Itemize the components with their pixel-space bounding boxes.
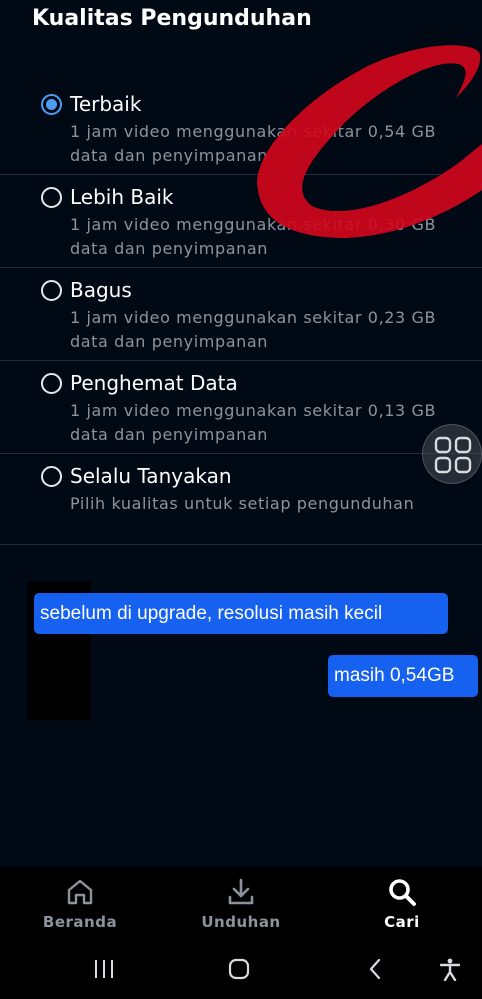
home-icon (67, 879, 93, 905)
option-description: 1 jam video menggunakan sekitar 0,30 GB … (70, 215, 437, 258)
option-label: Lebih Baik (70, 185, 174, 209)
radio-unchecked-icon[interactable] (41, 466, 62, 487)
nav-label: Unduhan (201, 913, 281, 931)
option-description: 1 jam video menggunakan sekitar 0,54 GB … (70, 122, 437, 165)
nav-label: Cari (384, 913, 420, 931)
option-label: Terbaik (70, 92, 142, 116)
option-selalu-tanyakan[interactable]: Selalu Tanyakan Pilih kualitas untuk set… (0, 454, 482, 545)
annotation-bubble: masih 0,54GB (328, 655, 478, 697)
radio-unchecked-icon[interactable] (41, 187, 62, 208)
option-description: 1 jam video menggunakan sekitar 0,23 GB … (70, 308, 437, 351)
back-icon[interactable] (364, 957, 388, 981)
nav-unduhan[interactable]: Unduhan (161, 867, 321, 939)
option-description: Pilih kualitas untuk setiap pengunduhan (70, 494, 415, 513)
option-terbaik[interactable]: Terbaik 1 jam video menggunakan sekitar … (0, 82, 482, 175)
system-navigation-bar (0, 939, 482, 999)
option-description: 1 jam video menggunakan sekitar 0,13 GB … (70, 401, 437, 444)
nav-cari[interactable]: Cari (322, 867, 482, 939)
radio-unchecked-icon[interactable] (41, 373, 62, 394)
nav-beranda[interactable]: Beranda (0, 867, 160, 939)
download-icon (228, 878, 254, 905)
floating-assistive-button[interactable] (422, 424, 482, 484)
option-penghemat-data[interactable]: Penghemat Data 1 jam video menggunakan s… (0, 361, 482, 454)
accessibility-icon[interactable] (438, 957, 462, 981)
annotation-bubble: sebelum di upgrade, resolusi masih kecil (34, 593, 448, 634)
option-bagus[interactable]: Bagus 1 jam video menggunakan sekitar 0,… (0, 268, 482, 361)
bottom-navigation: Beranda Unduhan Cari (0, 867, 482, 939)
radio-unchecked-icon[interactable] (41, 280, 62, 301)
home-circle-icon[interactable] (227, 957, 251, 981)
option-label: Penghemat Data (70, 371, 238, 395)
option-label: Bagus (70, 278, 132, 302)
grid-four-icon (434, 436, 472, 474)
search-icon (389, 879, 416, 906)
option-label: Selalu Tanyakan (70, 464, 232, 488)
page-title: Kualitas Pengunduhan (32, 6, 312, 31)
option-lebih-baik[interactable]: Lebih Baik 1 jam video menggunakan sekit… (0, 175, 482, 268)
nav-label: Beranda (42, 913, 118, 931)
quality-option-list: Terbaik 1 jam video menggunakan sekitar … (0, 82, 482, 545)
recent-apps-icon[interactable] (92, 957, 116, 981)
radio-checked-icon[interactable] (41, 94, 62, 115)
